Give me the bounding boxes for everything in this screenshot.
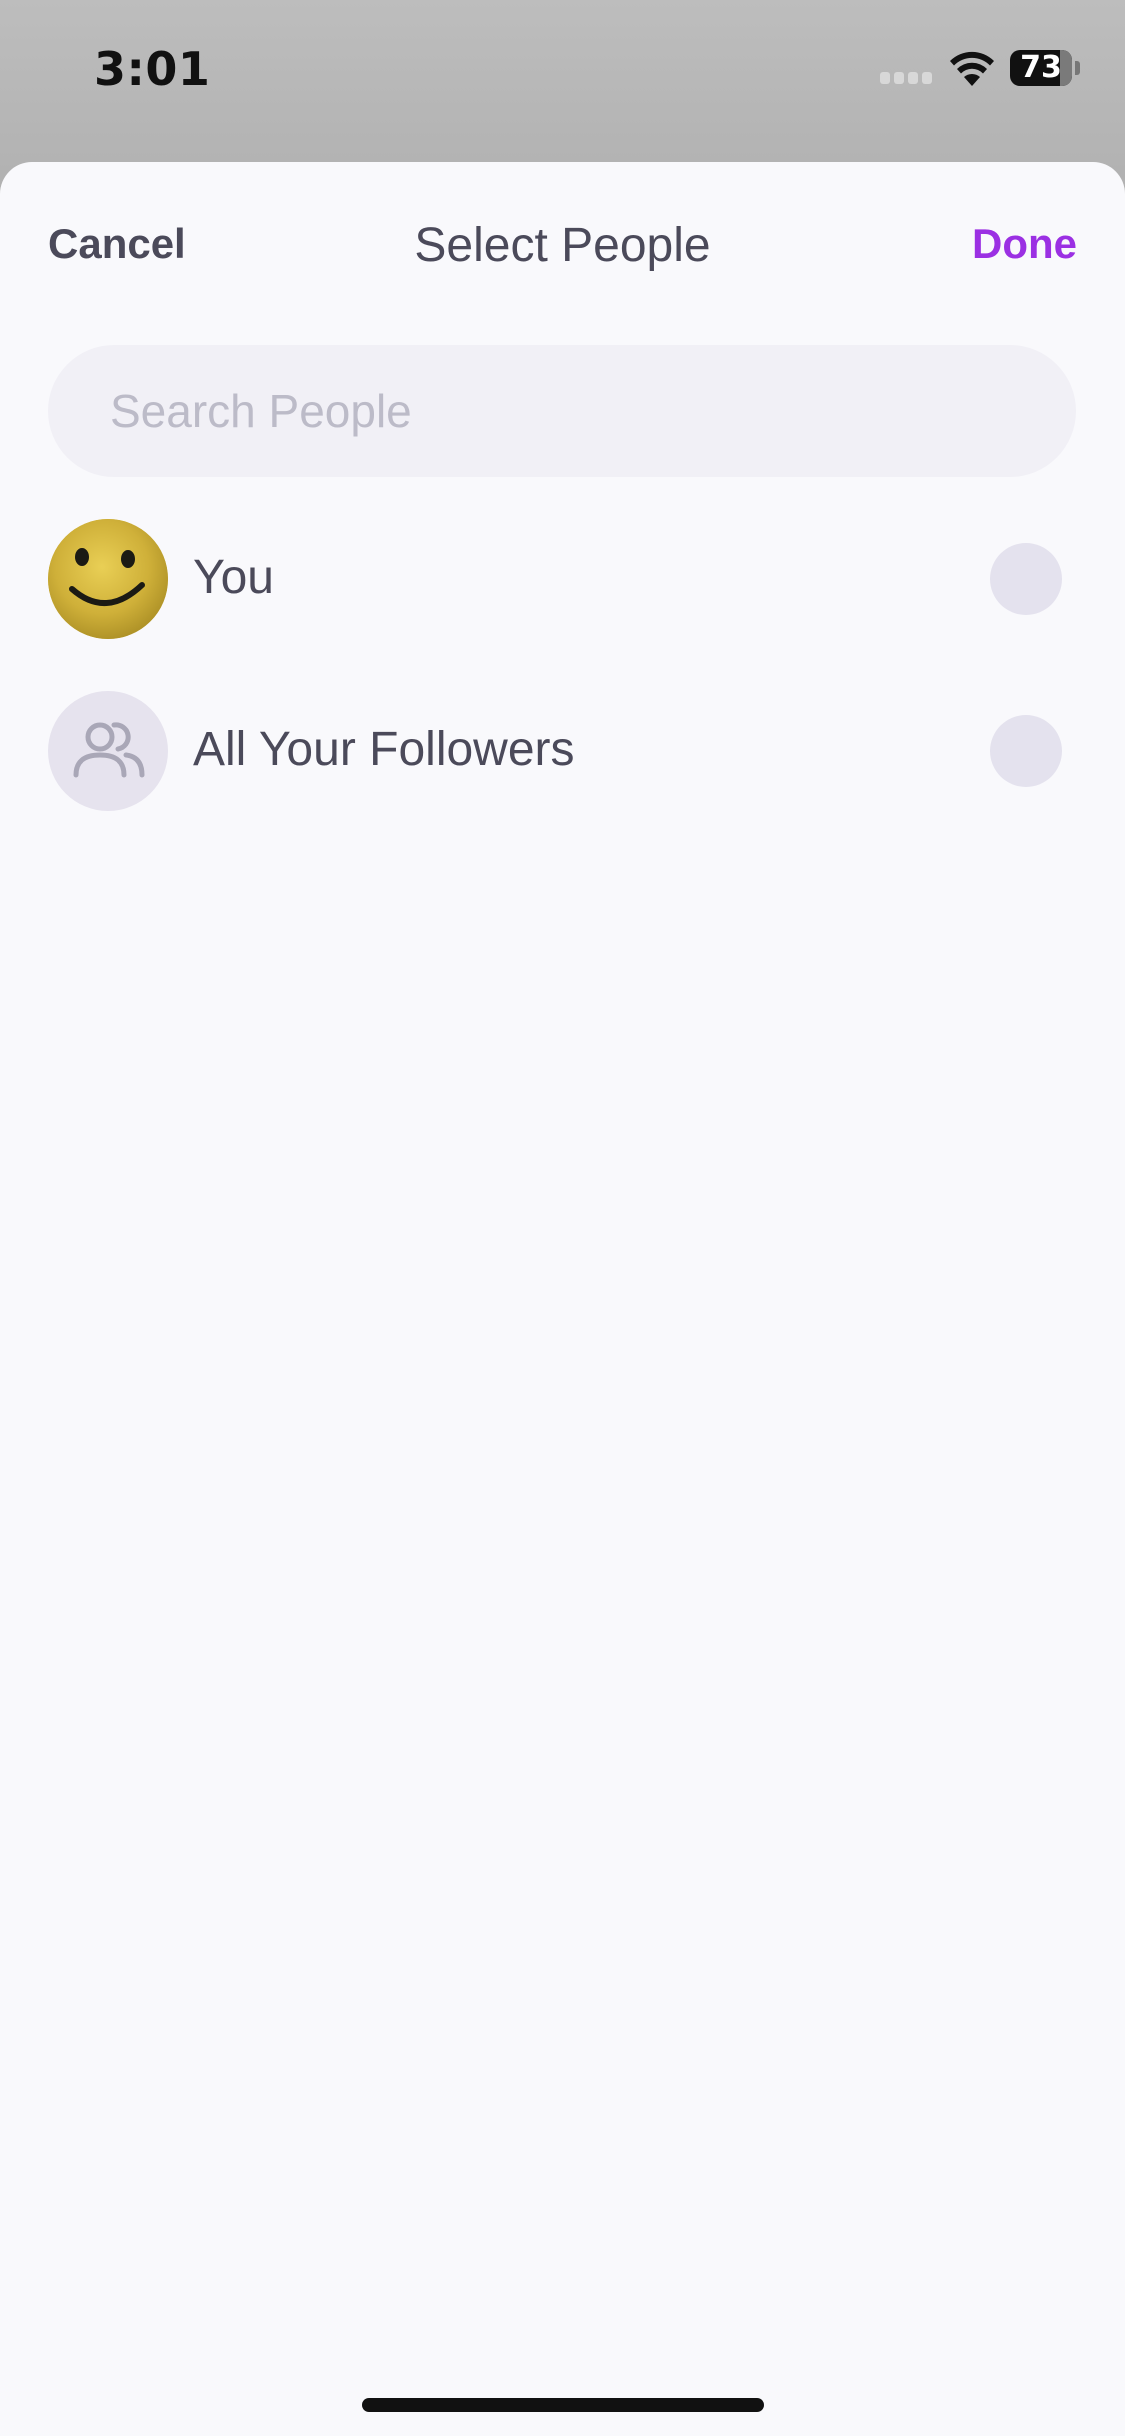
search-input[interactable] — [108, 383, 1016, 439]
select-people-sheet: Cancel Select People Done Search People … — [0, 162, 1125, 2436]
cellular-signal-icon — [880, 70, 936, 84]
home-indicator[interactable] — [362, 2398, 764, 2412]
select-radio-you[interactable] — [990, 543, 1062, 615]
people-group-icon — [48, 691, 168, 811]
sheet-title: Select People — [414, 219, 711, 272]
people-list: You All Your Followers — [0, 514, 1125, 858]
sheet-nav-bar: Cancel Select People Done — [0, 162, 1125, 332]
person-name: All Your Followers — [193, 723, 575, 776]
done-button[interactable]: Done — [972, 220, 1077, 268]
wifi-icon — [950, 51, 994, 86]
status-bar: 3:01 73 — [0, 0, 1125, 140]
status-time: 3:01 — [94, 42, 211, 96]
select-radio-all-followers[interactable] — [990, 715, 1062, 787]
person-row-all-followers[interactable]: All Your Followers — [0, 686, 1125, 858]
smiley-face-avatar — [48, 519, 168, 639]
person-name: You — [193, 551, 274, 604]
search-field[interactable] — [48, 345, 1076, 477]
battery-level: 73 — [1020, 50, 1062, 85]
battery-icon: 73 — [1010, 50, 1072, 86]
battery-nub — [1075, 61, 1080, 75]
person-row-you[interactable]: You — [0, 514, 1125, 686]
